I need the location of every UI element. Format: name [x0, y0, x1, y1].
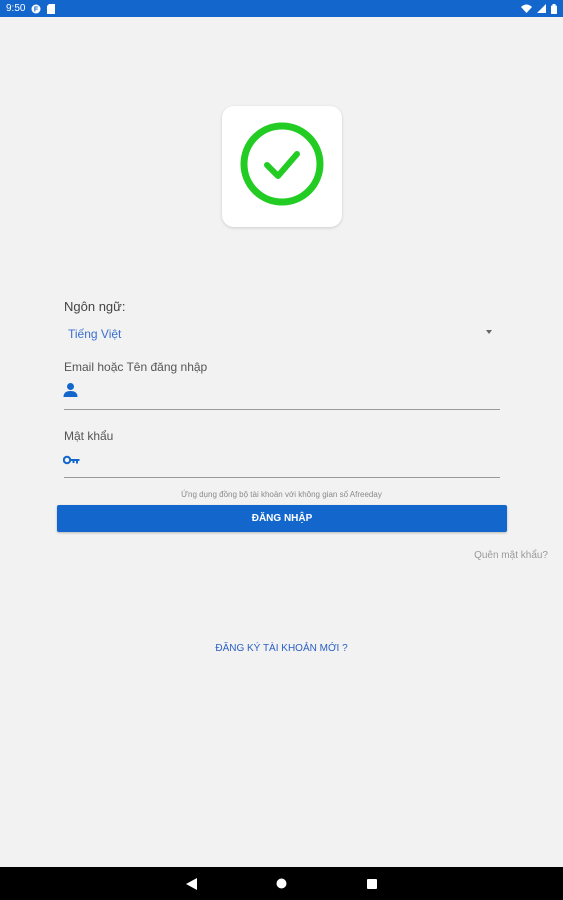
login-button[interactable]: ĐĂNG NHẬP: [57, 505, 507, 532]
chevron-down-icon[interactable]: [486, 330, 492, 334]
email-label: Email hoặc Tên đăng nhập: [64, 360, 208, 374]
svg-text:F: F: [34, 6, 39, 13]
app-icon: F: [31, 4, 41, 14]
sim-icon: [47, 3, 56, 14]
wifi-icon: [521, 4, 532, 13]
key-icon: [62, 453, 80, 471]
app-logo: [222, 106, 342, 227]
home-icon[interactable]: [266, 867, 296, 900]
password-label: Mật khẩu: [64, 429, 114, 443]
language-label: Ngôn ngữ:: [64, 299, 126, 314]
forgot-password-link[interactable]: Quên mật khẩu?: [474, 550, 548, 561]
register-link[interactable]: ĐĂNG KÝ TÀI KHOẢN MỚI ?: [0, 643, 563, 654]
navigation-bar: [0, 867, 563, 900]
email-underline: [64, 409, 500, 410]
password-field[interactable]: [84, 450, 498, 472]
recents-icon[interactable]: [357, 867, 387, 900]
language-select[interactable]: Tiếng Việt: [68, 327, 121, 341]
battery-icon: [551, 3, 557, 14]
check-circle-icon: [239, 121, 325, 212]
signal-icon: [537, 4, 546, 13]
status-bar: 9:50 F: [0, 0, 563, 17]
status-time: 9:50: [6, 3, 26, 14]
back-icon[interactable]: [176, 867, 206, 900]
email-field[interactable]: [84, 381, 498, 403]
user-icon: [63, 382, 78, 402]
password-underline: [64, 477, 500, 478]
sync-note: Ứng dụng đồng bộ tài khoản với không gia…: [181, 490, 382, 499]
